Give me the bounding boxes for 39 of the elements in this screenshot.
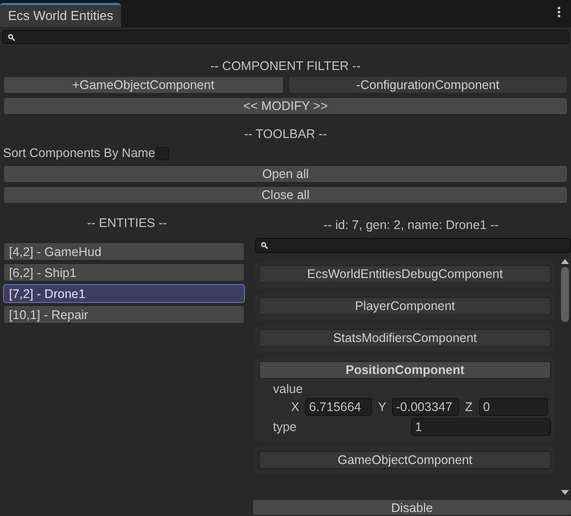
component-header[interactable]: PlayerComponent xyxy=(259,297,551,315)
search-field[interactable] xyxy=(2,30,569,44)
filter-button[interactable]: +GameObjectComponent xyxy=(3,76,284,94)
disable-button[interactable]: Disable xyxy=(252,499,571,516)
number-field[interactable]: -0.003347 xyxy=(392,398,459,416)
component-header[interactable]: GameObjectComponent xyxy=(259,451,551,469)
number-field[interactable]: 6.715664 xyxy=(305,398,372,416)
section-heading: -- COMPONENT FILTER -- xyxy=(209,58,362,75)
toolbar-button[interactable]: Open all xyxy=(3,165,568,183)
entity-item[interactable]: [10,1] - Repair xyxy=(3,305,245,324)
entity-item[interactable]: [6,2] - Ship1 xyxy=(3,263,245,282)
window-tab[interactable]: Ecs World Entities xyxy=(0,3,122,27)
component-header[interactable]: EcsWorldEntitiesDebugComponent xyxy=(259,265,551,283)
entity-item[interactable]: [7,2] - Drone1 xyxy=(3,284,245,303)
search-icon xyxy=(8,34,15,40)
axis-label: Y xyxy=(378,400,386,414)
component-header[interactable]: StatsModifiersComponent xyxy=(259,329,551,347)
scrollbar[interactable] xyxy=(559,258,571,497)
more-options-icon[interactable] xyxy=(557,6,561,18)
axis-label: X xyxy=(291,400,299,414)
toolbar-button[interactable]: Close all xyxy=(3,186,568,204)
entity-item[interactable]: [4,2] - GameHud xyxy=(3,242,245,261)
filter-button[interactable]: -ConfigurationComponent xyxy=(288,76,568,94)
axis-label: Z xyxy=(465,400,473,414)
column-heading: -- id: 7, gen: 2, name: Drone1 -- xyxy=(322,217,500,234)
component-header[interactable]: PositionComponent xyxy=(259,361,551,379)
scroll-up-icon[interactable] xyxy=(561,259,569,264)
field-label: type xyxy=(273,420,298,434)
section-heading: -- TOOLBAR -- xyxy=(243,126,328,143)
checkbox-label: Sort Components By Name xyxy=(3,146,156,160)
number-field[interactable]: 0 xyxy=(479,398,548,416)
scroll-down-icon[interactable] xyxy=(561,490,569,495)
field-label: value xyxy=(272,381,304,397)
column-heading: -- ENTITIES -- xyxy=(86,215,168,232)
scrollbar-thumb[interactable] xyxy=(561,267,569,322)
search-icon xyxy=(261,242,268,249)
search-field[interactable] xyxy=(255,238,571,253)
number-field[interactable]: 1 xyxy=(411,418,551,436)
modify-button[interactable]: << MODIFY >> xyxy=(3,97,568,115)
